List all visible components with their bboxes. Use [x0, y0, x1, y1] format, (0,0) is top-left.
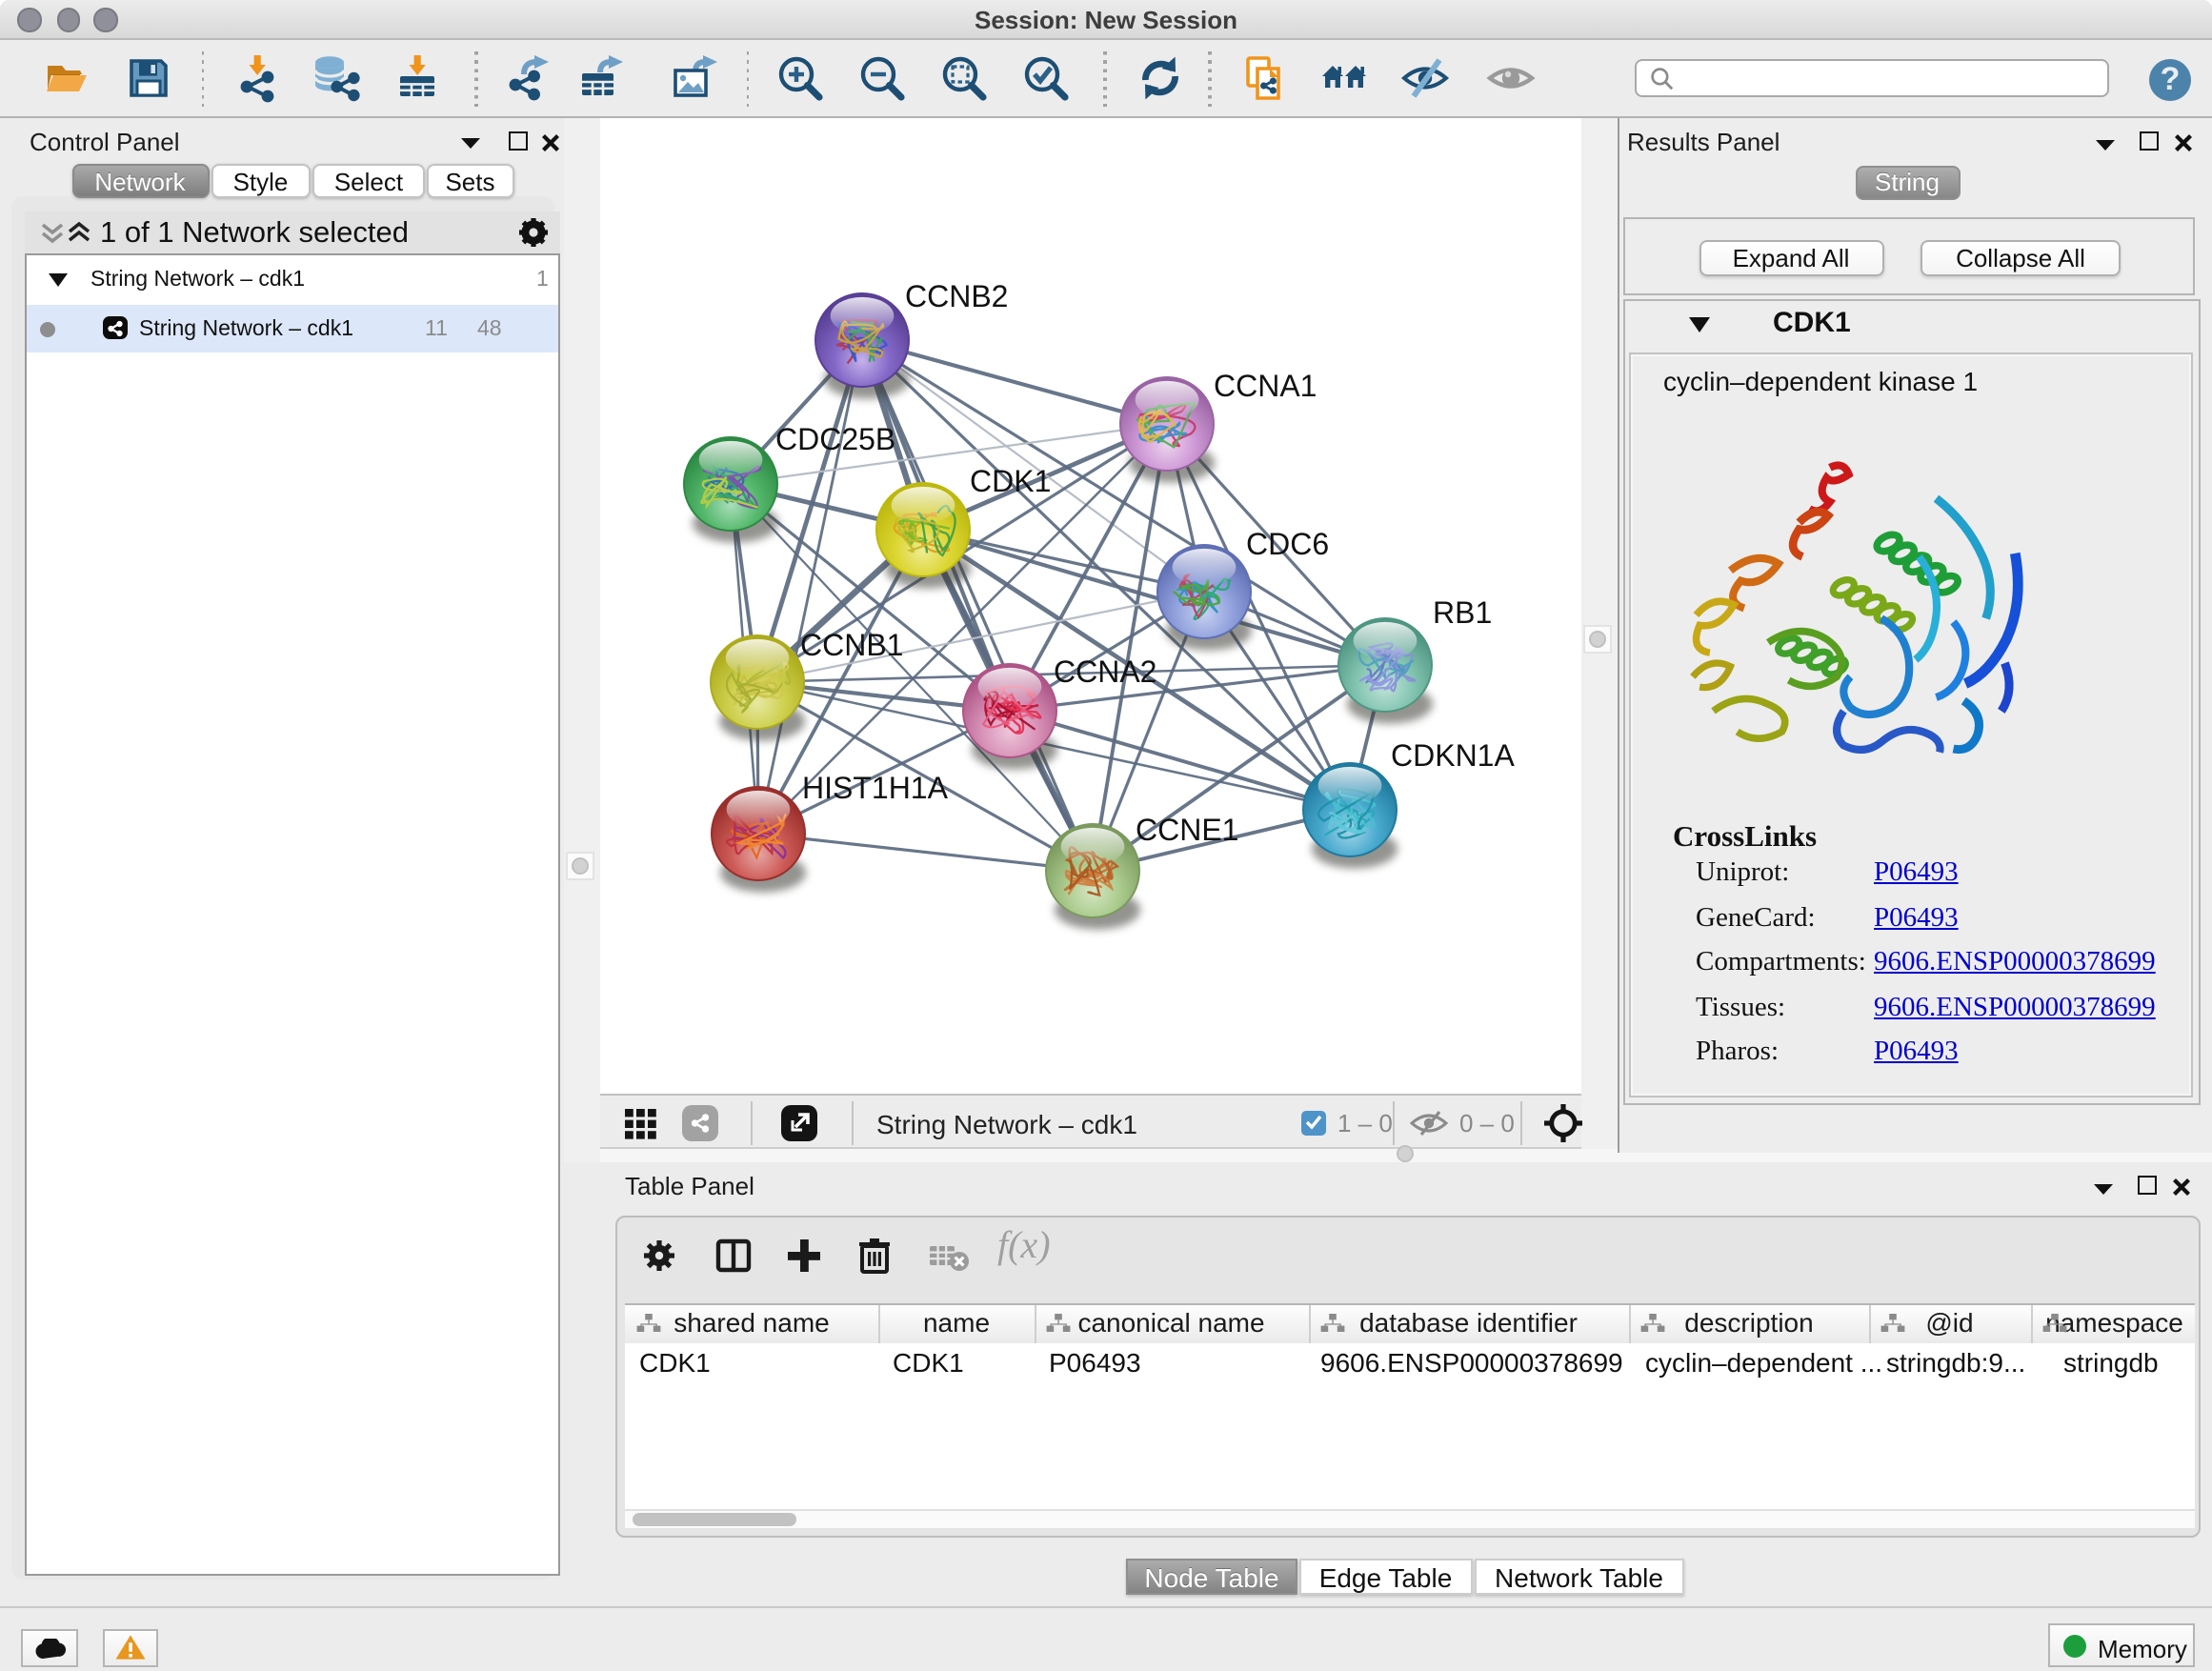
svg-text:HIST1H1A: HIST1H1A — [801, 771, 948, 805]
svg-text:CCNA1: CCNA1 — [1213, 369, 1316, 403]
svg-text:CCNB2: CCNB2 — [904, 279, 1007, 313]
svg-text:RB1: RB1 — [1432, 595, 1491, 630]
svg-text:CDKN1A: CDKN1A — [1390, 738, 1514, 773]
svg-text:CDC25B: CDC25B — [774, 422, 895, 456]
svg-text:CCNA2: CCNA2 — [1053, 654, 1156, 689]
svg-text:CCNE1: CCNE1 — [1135, 813, 1237, 847]
svg-text:CDC6: CDC6 — [1245, 527, 1328, 561]
svg-text:CDK1: CDK1 — [969, 464, 1050, 498]
svg-text:CCNB1: CCNB1 — [799, 628, 902, 662]
